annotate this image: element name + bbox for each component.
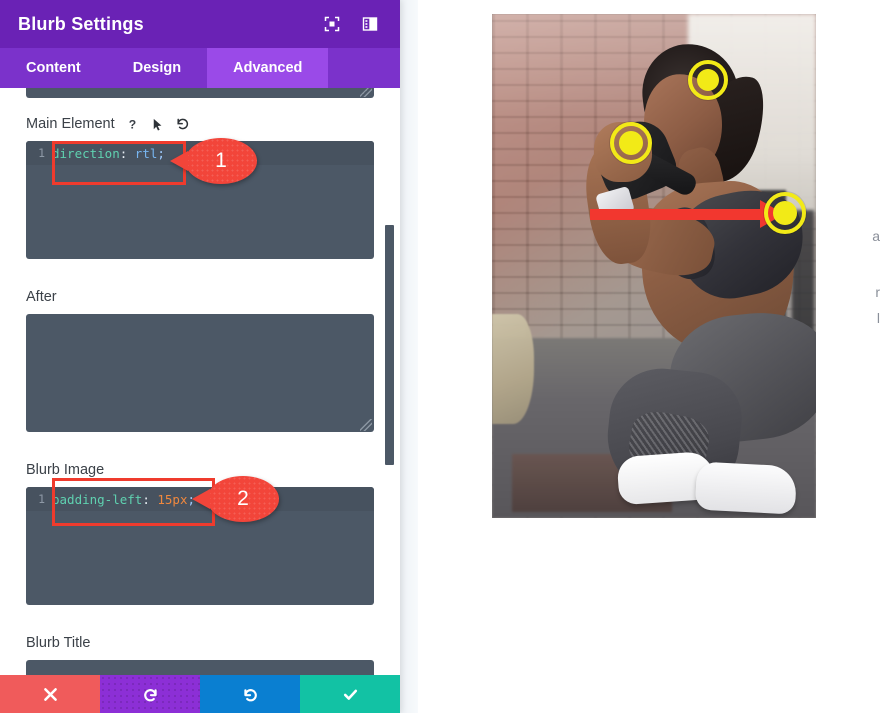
field-label-text: Blurb Image bbox=[26, 462, 105, 478]
redo-button[interactable] bbox=[200, 675, 300, 713]
clipped-side-text-b: r bbox=[875, 284, 880, 300]
page-preview-canvas[interactable]: PERSONAL TRAINING Vestibulum ac diam sit… bbox=[400, 0, 880, 713]
red-arrow-shaft bbox=[590, 209, 772, 220]
close-icon bbox=[43, 687, 57, 701]
callout-number: 2 bbox=[237, 487, 249, 510]
screen-root: PERSONAL TRAINING Vestibulum ac diam sit… bbox=[0, 0, 880, 713]
cursor-icon[interactable] bbox=[150, 117, 165, 132]
reset-icon[interactable] bbox=[175, 116, 191, 132]
resize-grip-icon[interactable] bbox=[360, 88, 372, 97]
svg-text:?: ? bbox=[128, 117, 135, 131]
line-number: 1 bbox=[38, 492, 45, 506]
line-number: 1 bbox=[38, 146, 45, 160]
help-icon[interactable]: ? bbox=[125, 117, 140, 132]
tab-advanced[interactable]: Advanced bbox=[207, 48, 329, 88]
field-blurb-title: Blurb Title bbox=[0, 635, 400, 675]
field-label-row: Blurb Title bbox=[26, 635, 374, 651]
panel-header-actions bbox=[324, 16, 382, 32]
after-css-editor[interactable] bbox=[26, 314, 374, 432]
canvas-left-gutter bbox=[400, 0, 418, 713]
highlight-box-2 bbox=[52, 478, 215, 526]
previous-field-textarea-clipped[interactable] bbox=[26, 88, 374, 98]
save-button[interactable] bbox=[300, 675, 400, 713]
undo-icon bbox=[143, 688, 157, 701]
photo-battle-rope bbox=[492, 314, 534, 424]
settings-tabs[interactable]: Content Design Advanced bbox=[0, 48, 400, 88]
tab-content[interactable]: Content bbox=[0, 48, 107, 88]
resize-grip-icon[interactable] bbox=[360, 419, 372, 431]
redo-icon bbox=[243, 688, 257, 701]
page-title: Blurb Settings bbox=[18, 13, 144, 34]
focus-target-icon[interactable] bbox=[324, 16, 340, 32]
callout-1: 1 bbox=[170, 138, 257, 184]
blurb-title-css-editor[interactable] bbox=[26, 660, 374, 675]
field-label-row: After bbox=[26, 289, 374, 305]
layout-panel-icon[interactable] bbox=[362, 16, 378, 32]
field-label-text: Blurb Title bbox=[26, 635, 91, 651]
callout-number: 1 bbox=[215, 149, 227, 172]
field-after: After bbox=[0, 289, 400, 432]
field-label-row: Main Element ? bbox=[26, 116, 374, 132]
gym-squat-photo[interactable] bbox=[492, 14, 816, 518]
panel-header: Blurb Settings bbox=[0, 0, 400, 48]
tab-design[interactable]: Design bbox=[107, 48, 207, 88]
annotation-marker-shoulder bbox=[764, 192, 806, 234]
callout-2: 2 bbox=[192, 476, 279, 522]
panel-scrollbar-thumb[interactable] bbox=[385, 225, 394, 465]
annotation-marker-hands bbox=[610, 122, 652, 164]
highlight-box-1 bbox=[52, 141, 186, 185]
field-label-text: After bbox=[26, 289, 57, 305]
blurb-settings-panel[interactable]: Blurb Settings Content Design Advanced M… bbox=[0, 0, 400, 713]
panel-footer-toolbar[interactable] bbox=[0, 675, 400, 713]
cancel-button[interactable] bbox=[0, 675, 100, 713]
clipped-side-text-a: a bbox=[872, 228, 880, 244]
photo-shoe-right bbox=[694, 461, 798, 515]
annotation-marker-head bbox=[688, 60, 728, 100]
field-label-text: Main Element bbox=[26, 116, 115, 132]
field-label-row: Blurb Image bbox=[26, 462, 374, 478]
undo-button[interactable] bbox=[100, 675, 200, 713]
check-icon bbox=[343, 689, 357, 700]
